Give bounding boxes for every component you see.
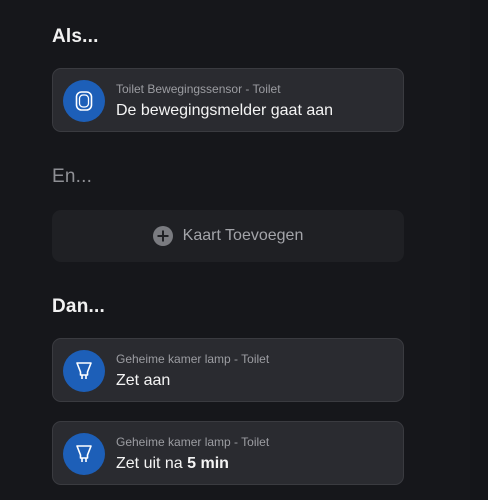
- add-card-button[interactable]: Kaart Toevoegen: [52, 210, 404, 262]
- action-device-label: Geheime kamer lamp - Toilet: [116, 435, 270, 449]
- action-label: Zet aan: [116, 372, 171, 389]
- action-prefix: Zet uit na: [116, 455, 183, 472]
- lightbulb-icon: [63, 433, 105, 475]
- trigger-action-label: De bewegingsmelder gaat aan: [116, 102, 334, 119]
- action-card-1[interactable]: Geheime kamer lamp - Toilet Zet aan: [52, 338, 404, 402]
- plus-circle-icon: [152, 226, 173, 246]
- section-title-and: En...: [52, 166, 93, 187]
- motion-sensor-icon: [63, 80, 105, 122]
- action-card-2[interactable]: Geheime kamer lamp - Toilet Zet uit na 5…: [52, 421, 404, 485]
- action-duration: 5 min: [187, 455, 229, 472]
- action-device-label: Geheime kamer lamp - Toilet: [116, 352, 270, 366]
- lightbulb-icon: [63, 350, 105, 392]
- scroll-gutter: [470, 0, 488, 500]
- section-title-then: Dan...: [52, 296, 105, 317]
- trigger-device-label: Toilet Bewegingssensor - Toilet: [116, 82, 281, 96]
- action-label: Zet uit na 5 min: [116, 455, 229, 473]
- trigger-card[interactable]: Toilet Bewegingssensor - Toilet De beweg…: [52, 68, 404, 132]
- section-title-if: Als...: [52, 26, 99, 47]
- add-card-label: Kaart Toevoegen: [182, 227, 304, 244]
- flow-editor: Als... Toilet Bewegingssensor - Toilet D…: [0, 0, 488, 500]
